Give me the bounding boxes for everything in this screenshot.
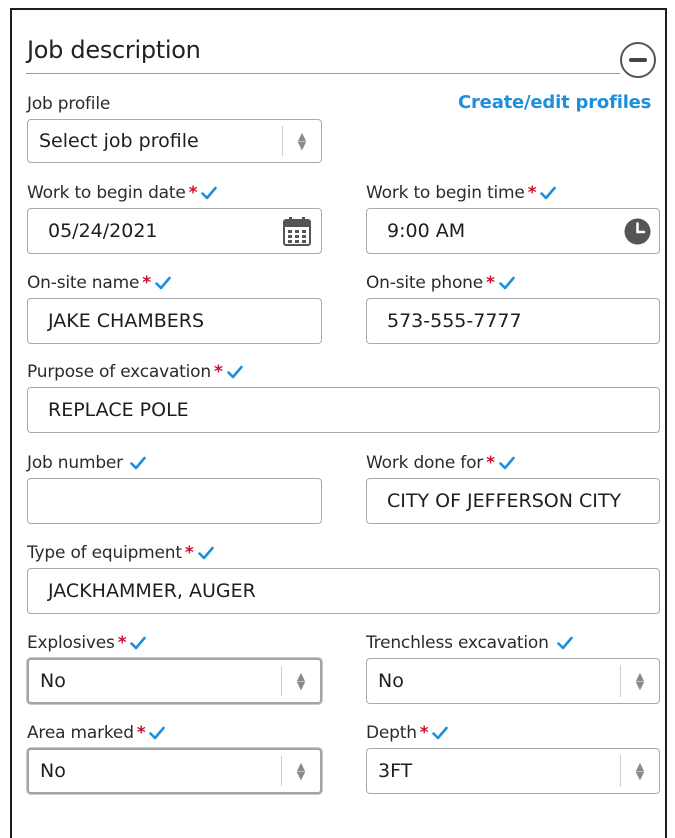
- explosives-select[interactable]: No ▲ ▼: [27, 658, 322, 704]
- onsite-phone-label: On-site phone *: [366, 273, 515, 293]
- depth-select-value: 3FT: [378, 760, 413, 782]
- trenchless-select[interactable]: No ▲ ▼: [366, 658, 660, 704]
- job-number-input[interactable]: [27, 478, 322, 524]
- check-icon: [432, 726, 449, 740]
- begin-time-value: 9:00 AM: [387, 220, 466, 242]
- required-marker: *: [213, 362, 223, 382]
- begin-time-input[interactable]: 9:00 AM: [366, 208, 660, 254]
- equipment-label: Type of equipment *: [27, 543, 214, 563]
- area-marked-select-value: No: [40, 760, 66, 782]
- onsite-phone-input[interactable]: 573-555-7777: [366, 298, 660, 344]
- area-marked-label: Area marked *: [27, 723, 166, 743]
- create-edit-profiles-link[interactable]: Create/edit profiles: [458, 92, 651, 113]
- title-divider: [26, 73, 620, 74]
- required-marker: *: [419, 723, 429, 743]
- onsite-name-input[interactable]: JAKE CHAMBERS: [27, 298, 322, 344]
- required-marker: *: [486, 453, 495, 473]
- calendar-icon[interactable]: [281, 215, 313, 247]
- equipment-input[interactable]: JACKHAMMER, AUGER: [27, 568, 660, 614]
- required-marker: *: [184, 543, 194, 563]
- required-marker: *: [117, 633, 127, 653]
- purpose-label: Purpose of excavation *: [27, 362, 243, 382]
- select-arrows-icon: ▲ ▼: [620, 755, 659, 787]
- equipment-value: JACKHAMMER, AUGER: [48, 580, 256, 602]
- check-icon: [130, 456, 146, 470]
- required-marker: *: [527, 183, 537, 203]
- onsite-name-label: On-site name *: [27, 273, 171, 293]
- job-profile-label: Job profile: [27, 94, 111, 114]
- select-arrows-icon: ▲ ▼: [281, 666, 320, 696]
- select-arrows-icon: ▲ ▼: [282, 126, 321, 156]
- check-icon: [498, 276, 515, 290]
- collapse-section-button[interactable]: [620, 42, 656, 78]
- begin-date-input[interactable]: 05/24/2021: [27, 208, 322, 254]
- minus-circle-icon: [629, 58, 647, 62]
- required-marker: *: [188, 183, 198, 203]
- explosives-label: Explosives *: [27, 633, 147, 653]
- job-profile-select-value: Select job profile: [39, 130, 199, 152]
- check-icon: [155, 276, 171, 290]
- check-icon: [226, 365, 243, 379]
- clock-icon[interactable]: [624, 218, 651, 245]
- check-icon: [197, 546, 214, 560]
- required-marker: *: [142, 273, 151, 293]
- trenchless-select-value: No: [378, 670, 404, 692]
- work-done-for-label: Work done for *: [366, 453, 515, 473]
- check-icon: [556, 636, 573, 650]
- work-done-for-input[interactable]: CITY OF JEFFERSON CITY: [366, 478, 660, 524]
- begin-date-value: 05/24/2021: [48, 220, 158, 242]
- check-icon: [130, 636, 147, 650]
- job-profile-select[interactable]: Select job profile ▲ ▼: [27, 119, 322, 163]
- begin-date-label: Work to begin date *: [27, 183, 218, 203]
- begin-time-label: Work to begin time *: [366, 183, 557, 203]
- area-marked-select[interactable]: No ▲ ▼: [27, 748, 322, 794]
- purpose-value: REPLACE POLE: [48, 399, 189, 421]
- required-marker: *: [486, 273, 495, 293]
- section-title: Job description: [27, 36, 201, 64]
- work-done-for-value: CITY OF JEFFERSON CITY: [387, 490, 622, 512]
- depth-select[interactable]: 3FT ▲ ▼: [366, 748, 660, 794]
- check-icon: [540, 186, 557, 200]
- onsite-name-value: JAKE CHAMBERS: [48, 310, 205, 332]
- check-icon: [498, 456, 515, 470]
- check-icon: [201, 186, 218, 200]
- required-marker: *: [136, 723, 146, 743]
- explosives-select-value: No: [40, 670, 66, 692]
- onsite-phone-value: 573-555-7777: [387, 310, 522, 332]
- check-icon: [149, 726, 166, 740]
- select-arrows-icon: ▲ ▼: [281, 756, 320, 786]
- purpose-input[interactable]: REPLACE POLE: [27, 387, 660, 433]
- select-arrows-icon: ▲ ▼: [620, 665, 659, 697]
- trenchless-label: Trenchless excavation: [366, 633, 573, 653]
- job-number-label: Job number: [27, 453, 146, 473]
- depth-label: Depth *: [366, 723, 449, 743]
